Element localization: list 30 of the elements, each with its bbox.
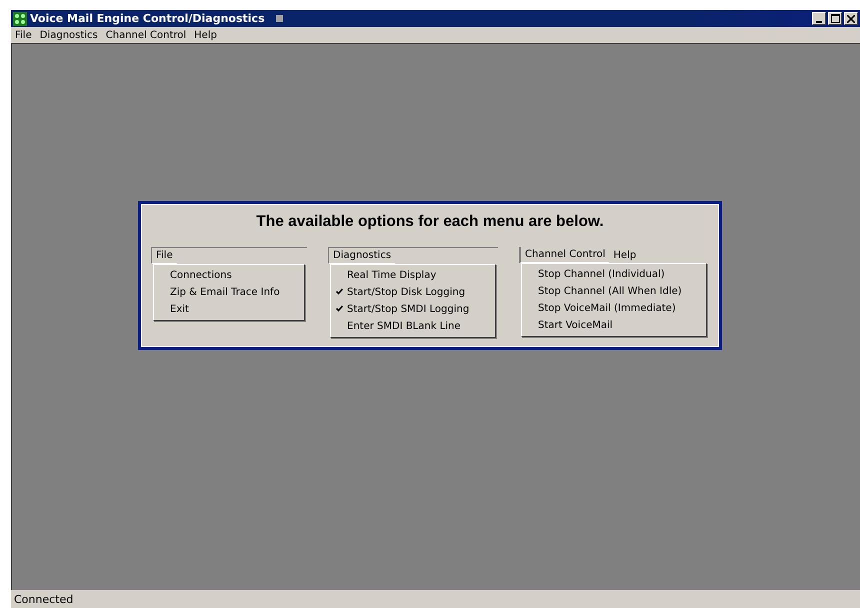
menu-entry: Start/Stop SMDI Logging: [331, 301, 495, 318]
menu-entry: Stop Channel (Individual): [537, 268, 666, 282]
menu-header: File: [151, 248, 177, 264]
maximize-button[interactable]: [828, 12, 842, 25]
window-title: Voice Mail Engine Control/Diagnostics: [30, 12, 265, 25]
menu-entry: Stop Channel (All When Idle): [537, 285, 683, 299]
menu-item[interactable]: Channel Control: [102, 30, 190, 40]
close-button[interactable]: [844, 12, 858, 25]
menu-header: Diagnostics: [328, 248, 396, 264]
menu-entry: Start VoiceMail: [537, 319, 614, 333]
menu-entry: Enter SMDI BLank Line: [346, 320, 462, 334]
menu-entry: Exit: [169, 303, 190, 317]
app-icon: [13, 12, 27, 26]
menu-entry: Connections: [169, 269, 233, 283]
square-icon: [276, 15, 283, 22]
menu-entry: Stop VoiceMail (Immediate): [537, 302, 677, 316]
menu-header: Help: [612, 249, 638, 263]
menu-entry: Real Time Display: [346, 269, 438, 283]
menu-item[interactable]: File: [11, 30, 36, 40]
menu-item[interactable]: Help: [190, 30, 221, 40]
minimize-icon: [816, 20, 822, 22]
menu-header: Channel Control: [520, 247, 610, 263]
panel-heading: The available options for each menu are below.: [256, 213, 604, 231]
minimize-button[interactable]: [812, 12, 826, 25]
menu-entry: Zip & Email Trace Info: [169, 286, 281, 300]
close-icon: [847, 14, 855, 22]
status-text: Connected: [13, 592, 74, 608]
menu-entry: Start/Stop Disk Logging: [331, 284, 495, 301]
menu-item[interactable]: Diagnostics: [36, 30, 102, 40]
maximize-icon: [830, 14, 840, 23]
